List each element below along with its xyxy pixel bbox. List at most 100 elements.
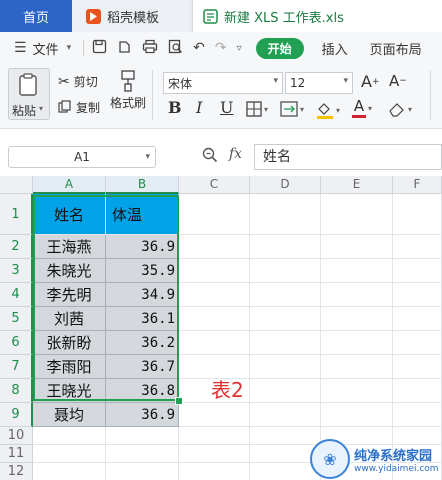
tab-daoke-templates[interactable]: 稻壳模板 — [72, 0, 190, 32]
cell-b4[interactable]: 34.9 — [106, 283, 179, 307]
cell-c9[interactable] — [179, 403, 250, 427]
copy-button[interactable]: 复制 — [58, 99, 100, 116]
cell-a4[interactable]: 李先明 — [33, 283, 106, 307]
cell-b3[interactable]: 35.9 — [106, 259, 179, 283]
cell-d8[interactable] — [250, 379, 321, 403]
cell-d4[interactable] — [250, 283, 321, 307]
cell-a1[interactable]: 姓名 — [33, 194, 106, 235]
clear-button[interactable]: ▾ — [388, 101, 412, 117]
cell-a6[interactable]: 张新盼 — [33, 331, 106, 355]
row-header-9[interactable]: 9 — [0, 403, 33, 427]
row-header-12[interactable]: 12 — [0, 463, 33, 480]
export-icon[interactable] — [117, 39, 132, 58]
cell-f6[interactable] — [393, 331, 442, 355]
bold-button[interactable]: B — [168, 98, 182, 117]
cell-e5[interactable] — [321, 307, 393, 331]
cell-b5[interactable]: 36.1 — [106, 307, 179, 331]
cell-c12[interactable] — [179, 463, 250, 480]
cell-d1[interactable] — [250, 194, 321, 235]
cell-f5[interactable] — [393, 307, 442, 331]
cell-d7[interactable] — [250, 355, 321, 379]
column-header-e[interactable]: E — [321, 176, 393, 194]
column-header-a[interactable]: A — [33, 176, 106, 194]
row-header-4[interactable]: 4 — [0, 283, 33, 307]
cell-c10[interactable] — [179, 427, 250, 445]
cell-b2[interactable]: 36.9 — [106, 235, 179, 259]
font-color-button[interactable]: A ▾ — [352, 99, 372, 118]
row-header-8[interactable]: 8 — [0, 379, 33, 403]
tab-insert[interactable]: 插入 — [322, 39, 348, 58]
formula-input[interactable]: 姓名 — [254, 144, 442, 170]
cell-c4[interactable] — [179, 283, 250, 307]
cell-b7[interactable]: 36.7 — [106, 355, 179, 379]
print-icon[interactable] — [142, 39, 158, 58]
cell-e3[interactable] — [321, 259, 393, 283]
cell-f7[interactable] — [393, 355, 442, 379]
tab-page-layout[interactable]: 页面布局 — [370, 39, 422, 58]
cell-e8[interactable] — [321, 379, 393, 403]
tab-start[interactable]: 开始 — [255, 37, 304, 59]
cell-c6[interactable] — [179, 331, 250, 355]
cell-b9[interactable]: 36.9 — [106, 403, 179, 427]
cell-d9[interactable] — [250, 403, 321, 427]
insert-function-button[interactable]: fx — [229, 146, 242, 162]
cell-e2[interactable] — [321, 235, 393, 259]
cell-b12[interactable] — [106, 463, 179, 480]
column-header-b[interactable]: B — [106, 176, 179, 194]
cell-c5[interactable] — [179, 307, 250, 331]
cut-button[interactable]: ✂ 剪切 — [58, 73, 98, 90]
undo-icon[interactable]: ↶ — [193, 40, 205, 56]
cell-f2[interactable] — [393, 235, 442, 259]
save-icon[interactable] — [92, 39, 107, 58]
column-header-c[interactable]: C — [179, 176, 250, 194]
cell-d5[interactable] — [250, 307, 321, 331]
cell-c2[interactable] — [179, 235, 250, 259]
row-header-7[interactable]: 7 — [0, 355, 33, 379]
cell-e9[interactable] — [321, 403, 393, 427]
cell-a9[interactable]: 聂均 — [33, 403, 106, 427]
row-header-10[interactable]: 10 — [0, 427, 33, 445]
cell-e1[interactable] — [321, 194, 393, 235]
print-preview-icon[interactable] — [168, 39, 183, 58]
row-header-1[interactable]: 1 — [0, 194, 33, 235]
row-header-6[interactable]: 6 — [0, 331, 33, 355]
row-header-5[interactable]: 5 — [0, 307, 33, 331]
row-header-2[interactable]: 2 — [0, 235, 33, 259]
cell-d6[interactable] — [250, 331, 321, 355]
name-box[interactable]: A1 ▾ — [8, 146, 156, 168]
fill-handle[interactable] — [175, 397, 183, 405]
tab-home[interactable]: 首页 — [0, 0, 72, 32]
cell-f8[interactable] — [393, 379, 442, 403]
cell-f9[interactable] — [393, 403, 442, 427]
row-header-3[interactable]: 3 — [0, 259, 33, 283]
row-header-11[interactable]: 11 — [0, 445, 33, 463]
cell-a7[interactable]: 李雨阳 — [33, 355, 106, 379]
cell-a3[interactable]: 朱晓光 — [33, 259, 106, 283]
format-painter-button[interactable]: 格式刷 — [110, 70, 146, 111]
column-header-f[interactable]: F — [393, 176, 442, 194]
cell-e4[interactable] — [321, 283, 393, 307]
more-dropdown-icon[interactable]: ▿ — [237, 43, 242, 54]
cell-b11[interactable] — [106, 445, 179, 463]
paste-button[interactable]: 粘贴 ▾ — [8, 68, 50, 120]
cell-a10[interactable] — [33, 427, 106, 445]
cell-d3[interactable] — [250, 259, 321, 283]
cell-f3[interactable] — [393, 259, 442, 283]
font-name-select[interactable]: 宋体 ▾ — [163, 72, 283, 94]
cell-f1[interactable] — [393, 194, 442, 235]
file-menu[interactable]: ☰ 文件 ▾ — [14, 39, 71, 58]
cell-f4[interactable] — [393, 283, 442, 307]
zoom-search-icon[interactable] — [202, 147, 218, 166]
tab-document[interactable]: 新建 XLS 工作表.xls — [192, 0, 442, 32]
cell-c3[interactable] — [179, 259, 250, 283]
select-all-corner[interactable] — [0, 176, 33, 194]
cell-b8[interactable]: 36.8 — [106, 379, 179, 403]
cell-e6[interactable] — [321, 331, 393, 355]
underline-button[interactable]: U — [220, 98, 233, 117]
merge-cells-button[interactable]: ▾ — [280, 101, 304, 117]
fill-color-button[interactable]: ▾ — [316, 101, 340, 119]
cell-a12[interactable] — [33, 463, 106, 480]
cell-a8[interactable]: 王晓光 — [33, 379, 106, 403]
borders-button[interactable]: ▾ — [246, 101, 268, 117]
cell-c1[interactable] — [179, 194, 250, 235]
